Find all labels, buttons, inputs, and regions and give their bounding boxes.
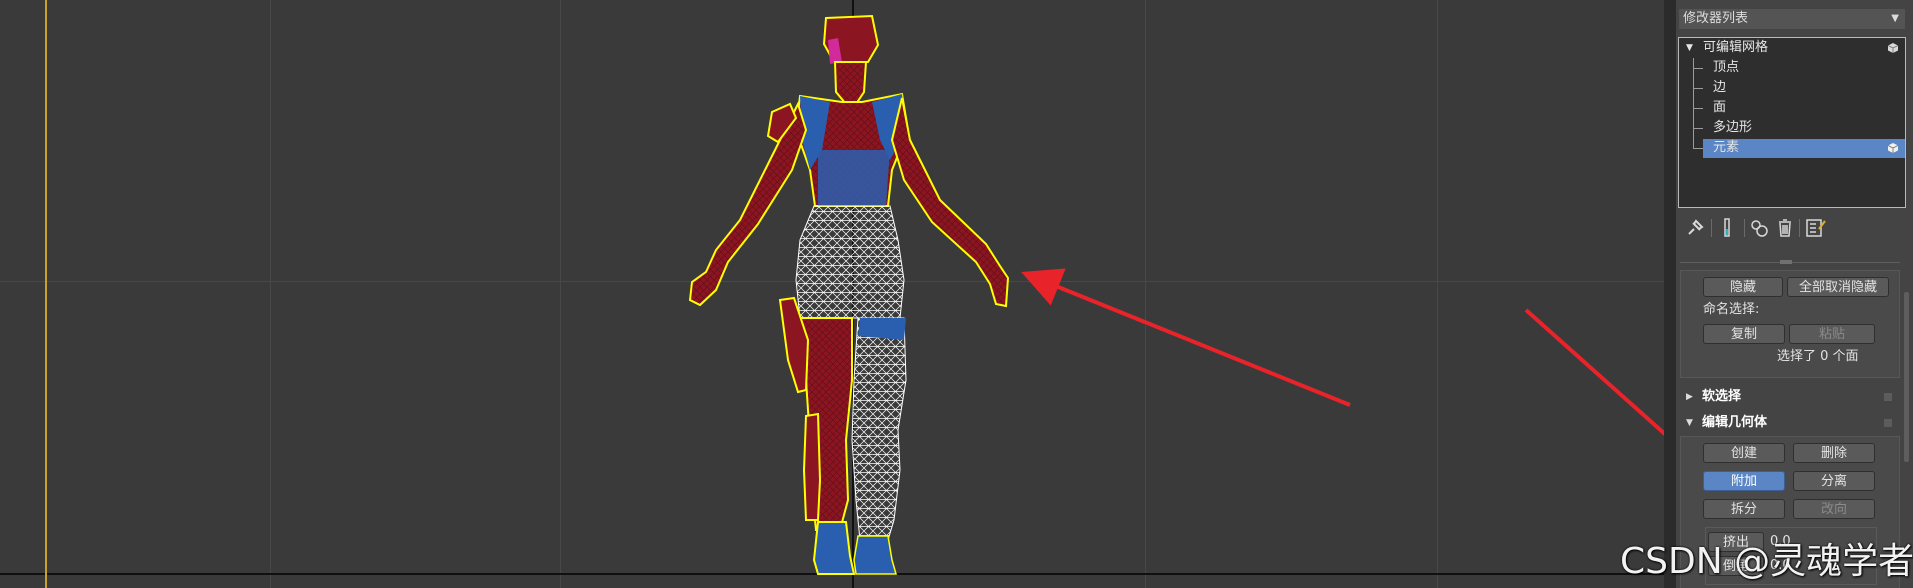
stack-item-label: 面 (1713, 100, 1727, 115)
hide-button[interactable]: 隐藏 (1703, 277, 1783, 297)
arm-left-mesh (688, 101, 808, 307)
selection-status: 选择了 0 个面 (1777, 349, 1859, 364)
configure-modifier-sets-icon[interactable] (1804, 217, 1826, 239)
stack-item-element[interactable]: 元素 (1679, 138, 1905, 158)
soft-selection-title: 软选择 (1702, 389, 1742, 404)
annotation-arrow-model (1021, 268, 1351, 407)
perspective-viewport[interactable] (0, 0, 1664, 588)
chevron-down-icon: ▼ (1891, 13, 1899, 24)
paste-button[interactable]: 粘贴 (1789, 324, 1875, 344)
divide-button[interactable]: 拆分 (1703, 499, 1785, 519)
mesh-cube-icon (1887, 143, 1899, 153)
stack-item-face[interactable]: 面 (1679, 98, 1905, 118)
character-model[interactable] (688, 14, 1010, 575)
modifier-stack[interactable]: ▼ 可编辑网格 顶点 边 面 多边形 元素 (1678, 37, 1906, 208)
modifier-list-dropdown[interactable]: 修改器列表 ▼ (1679, 9, 1905, 29)
stack-item-polygon[interactable]: 多边形 (1679, 118, 1905, 138)
pin-stack-icon[interactable] (1684, 217, 1706, 239)
stack-item-label: 多边形 (1713, 120, 1753, 135)
detach-button[interactable]: 分离 (1793, 471, 1875, 491)
stack-item-label: 顶点 (1713, 60, 1740, 75)
delete-button[interactable]: 删除 (1793, 443, 1875, 463)
remove-modifier-icon[interactable] (1774, 217, 1796, 239)
leg-right-wireframe[interactable] (851, 317, 907, 541)
stack-item-vertex[interactable]: 顶点 (1679, 58, 1905, 78)
boot-right-mesh (853, 535, 897, 575)
named-selection-label: 命名选择: (1703, 302, 1760, 317)
soft-selection-rollout-header[interactable]: ▶ 软选择 (1680, 386, 1900, 408)
create-button[interactable]: 创建 (1703, 443, 1785, 463)
rollout-grip-icon (1884, 393, 1892, 401)
stack-item-label: 元素 (1713, 140, 1740, 155)
stack-item-label: 可编辑网格 (1703, 40, 1769, 55)
stack-item-label: 边 (1713, 80, 1727, 95)
rollout-splitter[interactable] (1780, 260, 1792, 264)
mesh-cube-icon (1887, 43, 1899, 53)
stack-item-edge[interactable]: 边 (1679, 78, 1905, 98)
edit-geometry-title: 编辑几何体 (1702, 415, 1768, 430)
hips-wireframe[interactable] (795, 205, 905, 319)
panel-gutter (1664, 0, 1676, 588)
expand-triangle-icon: ▼ (1686, 418, 1693, 428)
collapse-triangle-icon: ▶ (1686, 392, 1693, 402)
arm-right-mesh (890, 97, 1010, 308)
panel-scrollbar[interactable] (1904, 292, 1909, 462)
modify-panel: 修改器列表 ▼ ▼ 可编辑网格 顶点 边 面 多边形 元素 隐藏 全部取消隐藏 … (1664, 0, 1913, 588)
scene-canvas[interactable] (0, 0, 1664, 588)
selection-rollout: 隐藏 全部取消隐藏 命名选择: 复制 粘贴 选择了 0 个面 (1680, 270, 1900, 378)
head-mesh (833, 61, 868, 105)
edit-geometry-rollout-header[interactable]: ▼ 编辑几何体 (1680, 412, 1900, 434)
unhide-all-button[interactable]: 全部取消隐藏 (1787, 277, 1889, 297)
attach-button[interactable]: 附加 (1703, 471, 1785, 491)
annotation-arrow-attach (1524, 308, 1664, 436)
leg-strap-mesh (802, 412, 822, 521)
torso-chest-blue (818, 150, 890, 206)
copy-button[interactable]: 复制 (1703, 324, 1785, 344)
rollout-grip-icon (1884, 419, 1892, 427)
modifier-list-label: 修改器列表 (1683, 11, 1749, 26)
show-end-result-icon[interactable] (1716, 217, 1738, 239)
boot-left-mesh (812, 521, 856, 575)
expand-triangle-icon[interactable]: ▼ (1686, 38, 1693, 58)
stack-item-editable-mesh[interactable]: ▼ 可编辑网格 (1679, 38, 1905, 58)
make-unique-icon[interactable] (1748, 217, 1770, 239)
turn-button[interactable]: 改向 (1793, 499, 1875, 519)
csdn-watermark: CSDN @灵魂学者 (1620, 541, 1913, 582)
